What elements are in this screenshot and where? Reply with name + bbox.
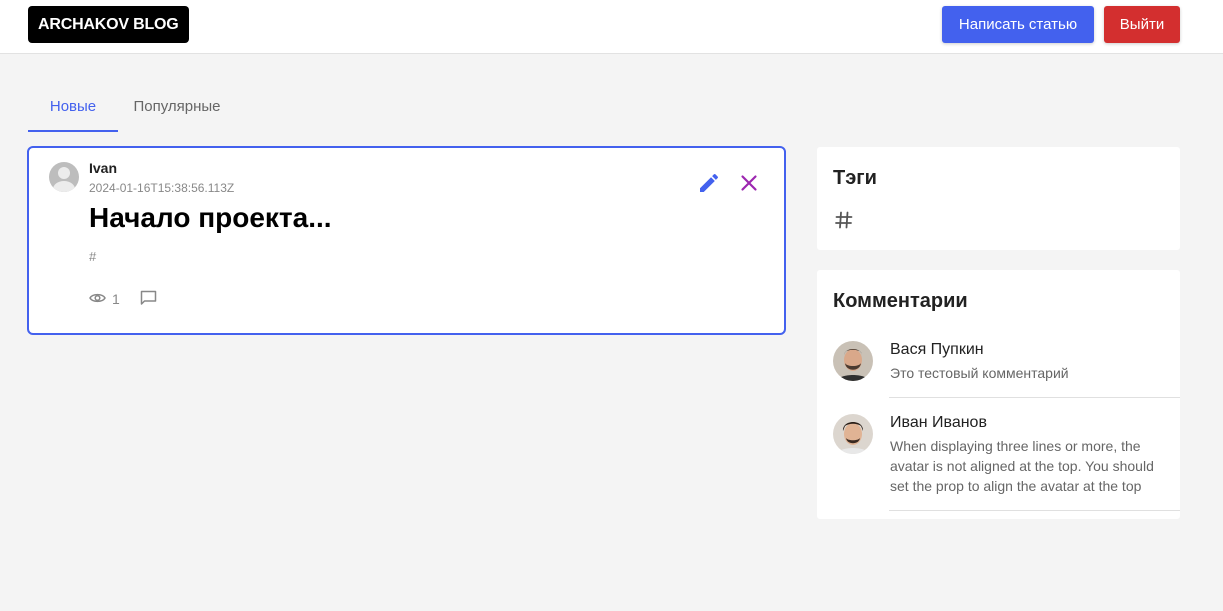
logo[interactable]: ARCHAKOV BLOG bbox=[28, 6, 189, 43]
write-article-button[interactable]: Написать статью bbox=[942, 6, 1094, 43]
post-author: Ivan bbox=[89, 160, 118, 176]
logout-button[interactable]: Выйти bbox=[1104, 6, 1180, 43]
views-count: 1 bbox=[112, 291, 120, 307]
comments-stat bbox=[140, 290, 163, 309]
post-date: 2024-01-16T15:38:56.113Z bbox=[89, 181, 235, 195]
post-title[interactable]: Начало проекта... bbox=[89, 202, 332, 234]
avatar bbox=[833, 414, 873, 454]
comment-item: Иван Иванов When displaying three lines … bbox=[817, 414, 1180, 511]
tab-popular[interactable]: Популярные bbox=[118, 84, 236, 132]
comment-divider bbox=[889, 510, 1180, 511]
comment-text: When displaying three lines or more, the… bbox=[890, 438, 1154, 494]
eye-icon bbox=[89, 291, 112, 307]
comment-author: Вася Пупкин bbox=[890, 341, 984, 358]
comment-author: Иван Иванов bbox=[890, 414, 987, 431]
comment-divider bbox=[889, 397, 1180, 398]
close-icon[interactable] bbox=[737, 171, 761, 195]
tags-card: Тэги bbox=[817, 147, 1180, 250]
post-card[interactable]: Ivan 2024-01-16T15:38:56.113Z Начало про… bbox=[27, 146, 786, 335]
avatar-icon bbox=[49, 162, 79, 192]
tab-new[interactable]: Новые bbox=[28, 84, 118, 132]
header: ARCHAKOV BLOG Написать статью Выйти bbox=[0, 0, 1223, 54]
comment-item: Вася Пупкин Это тестовый комментарий bbox=[817, 341, 1180, 398]
tag-item[interactable] bbox=[835, 211, 853, 234]
post-tag[interactable]: # bbox=[89, 249, 96, 264]
post-stats: 1 bbox=[89, 289, 183, 309]
comments-title: Комментарии bbox=[833, 290, 968, 312]
comments-card: Комментарии Вася Пупкин Это тестовый ком… bbox=[817, 270, 1180, 519]
comment-text: Это тестовый комментарий bbox=[890, 365, 1069, 381]
edit-icon[interactable] bbox=[697, 171, 721, 195]
views-stat: 1 bbox=[89, 291, 120, 307]
comment-icon bbox=[140, 290, 163, 309]
hash-icon bbox=[835, 211, 853, 233]
tags-title: Тэги bbox=[833, 167, 877, 189]
avatar bbox=[833, 341, 873, 381]
